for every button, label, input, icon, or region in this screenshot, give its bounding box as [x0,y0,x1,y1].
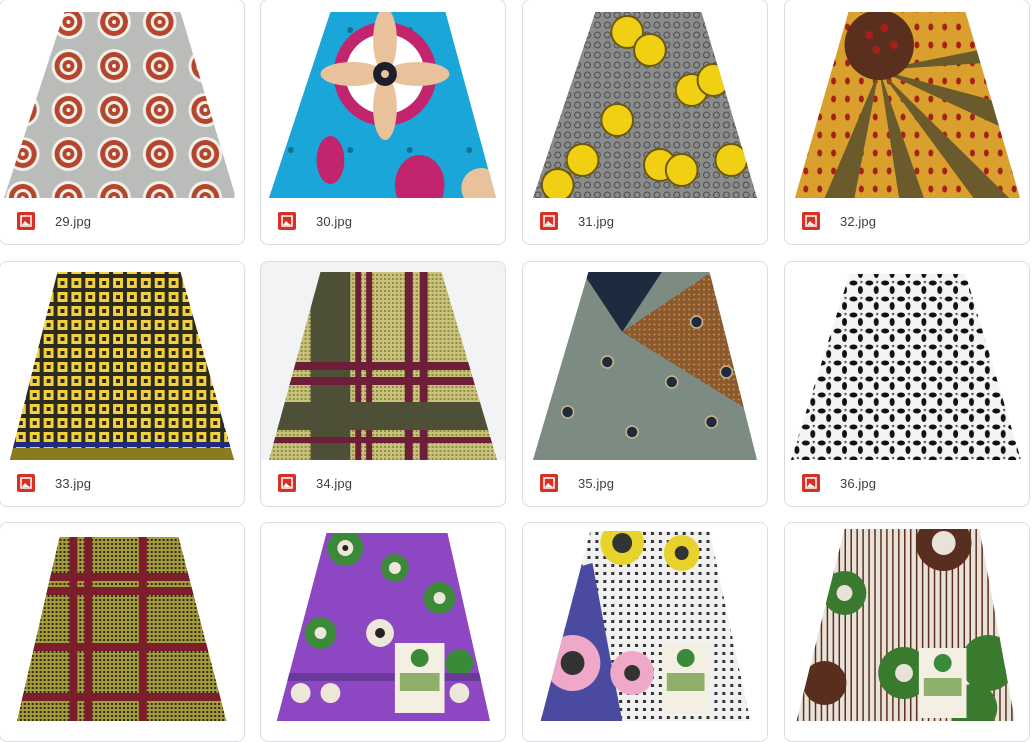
file-footer: 34.jpg [261,460,505,506]
file-footer: 33.jpg [0,460,244,506]
file-thumbnail [0,0,244,198]
file-footer: 31.jpg [523,198,767,244]
file-thumbnail [261,523,505,721]
file-name: 31.jpg [578,213,615,229]
image-file-icon [278,212,296,230]
file-card[interactable]: 31.jpg [522,0,768,245]
file-card[interactable] [0,522,245,742]
file-grid: 29.jpg 30.jpg 31.jpg 32.jpg 33.jpg 34.jp… [0,0,1034,742]
file-card[interactable]: 29.jpg [0,0,245,245]
file-card[interactable] [260,522,506,742]
file-card[interactable]: 35.jpg [522,261,768,507]
file-card[interactable] [784,522,1030,742]
file-footer: 30.jpg [261,198,505,244]
file-name: 34.jpg [316,475,353,491]
file-thumbnail [261,262,505,460]
file-thumbnail [785,523,1029,721]
file-footer: 36.jpg [785,460,1029,506]
file-card[interactable]: 32.jpg [784,0,1030,245]
file-name: 30.jpg [316,213,353,229]
image-file-icon [540,212,558,230]
file-thumbnail [785,262,1029,460]
file-card[interactable] [522,522,768,742]
file-card[interactable]: 36.jpg [784,261,1030,507]
image-file-icon [540,474,558,492]
file-footer: 29.jpg [0,198,244,244]
file-footer: 35.jpg [523,460,767,506]
file-name: 36.jpg [840,475,877,491]
file-thumbnail [0,262,244,460]
file-thumbnail [785,0,1029,198]
file-name: 35.jpg [578,475,615,491]
file-thumbnail [523,262,767,460]
image-file-icon [278,474,296,492]
file-card[interactable]: 34.jpg [260,261,506,507]
file-thumbnail [523,0,767,198]
file-card[interactable]: 33.jpg [0,261,245,507]
file-thumbnail [0,523,244,721]
file-card[interactable]: 30.jpg [260,0,506,245]
file-thumbnail [261,0,505,198]
file-name: 29.jpg [55,213,92,229]
file-thumbnail [523,523,767,721]
image-file-icon [17,474,35,492]
file-name: 33.jpg [55,475,92,491]
file-name: 32.jpg [840,213,877,229]
image-file-icon [802,212,820,230]
image-file-icon [17,212,35,230]
image-file-icon [802,474,820,492]
file-footer: 32.jpg [785,198,1029,244]
